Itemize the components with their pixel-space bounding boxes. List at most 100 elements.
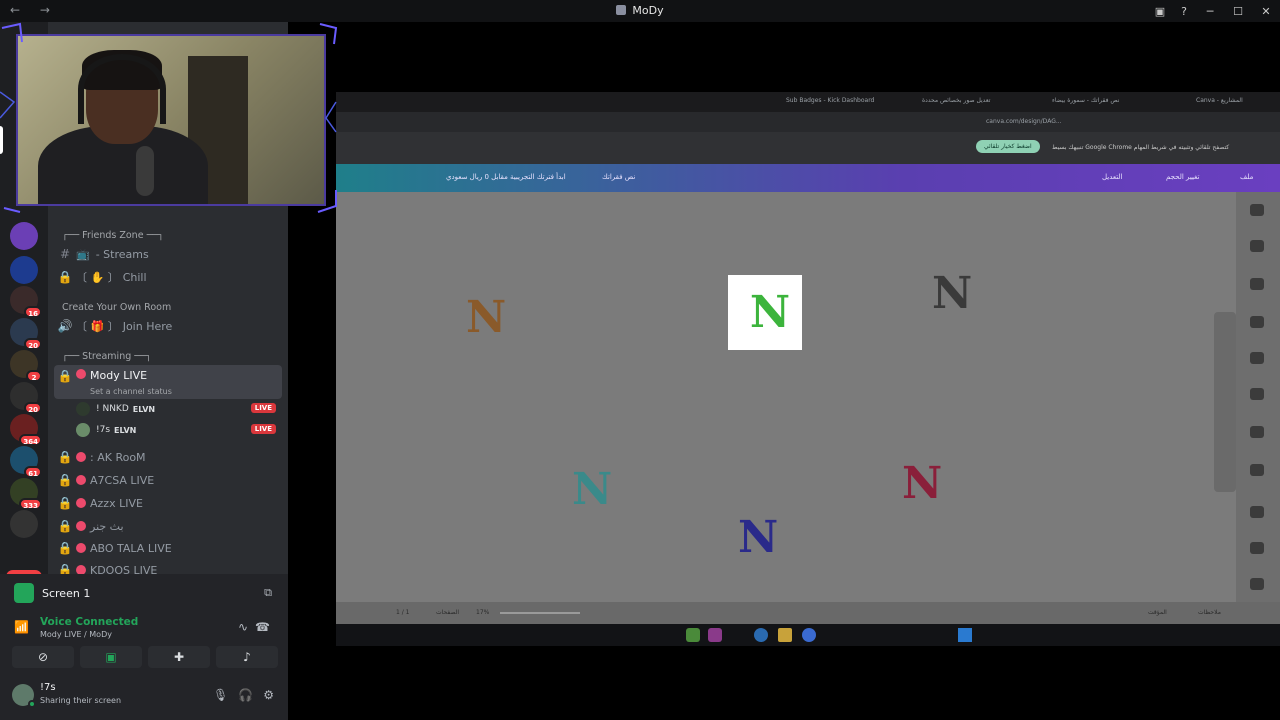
minimize-button[interactable]: ─: [1196, 5, 1224, 18]
canva-side-panel: [1236, 192, 1280, 602]
design-name[interactable]: نص فقراتك: [602, 173, 635, 181]
channel-abo-tala-live[interactable]: 🔒 ABO TALA LIVE: [54, 538, 282, 558]
resize-menu[interactable]: تغيير الحجم: [1166, 173, 1199, 181]
screen-share-card[interactable]: Screen 1 ⧉: [8, 578, 280, 608]
magic-icon[interactable]: [1250, 506, 1264, 518]
server-icon[interactable]: 20: [10, 382, 42, 414]
notes-label[interactable]: ملاحظات: [1198, 609, 1221, 616]
trial-link[interactable]: ابدأ فترتك التجريبية مقابل 0 ريال سعودي: [446, 173, 566, 181]
popout-icon[interactable]: ⧉: [264, 586, 272, 600]
channel-streams[interactable]: # 📺 - Streams: [54, 244, 282, 264]
zoom-slider[interactable]: [500, 612, 580, 614]
selected-logo-box[interactable]: N: [728, 275, 802, 350]
microphone-icon[interactable]: 🎙: [213, 688, 228, 702]
chrome-icon[interactable]: [802, 628, 816, 642]
server-icon[interactable]: 16: [10, 286, 42, 318]
category-create-room[interactable]: Create Your Own Room: [62, 302, 171, 313]
disconnect-icon[interactable]: ☎: [255, 620, 270, 634]
logo-green: N: [749, 287, 790, 338]
taskbar-app-icon[interactable]: [708, 628, 722, 642]
tab-canva-projects[interactable]: Canva - المشاريع: [1196, 97, 1243, 104]
screen-share-button[interactable]: ▣: [80, 646, 142, 668]
headphones-icon[interactable]: 🎧: [238, 688, 253, 702]
channel-join-here[interactable]: 🔊 〔 🎁 〕 Join Here: [54, 316, 282, 336]
category-friends-zone[interactable]: ┌── Friends Zone ──┐: [62, 230, 164, 241]
server-icon[interactable]: 364: [10, 414, 42, 446]
member-name: !7s: [96, 425, 111, 435]
webcam-overlay: [16, 34, 326, 206]
live-badge: LIVE: [250, 403, 276, 413]
logo-dark[interactable]: N: [932, 268, 972, 319]
server-icon[interactable]: [10, 222, 38, 250]
category-streaming[interactable]: ┌── Streaming ──┐: [62, 351, 151, 362]
logo-indigo[interactable]: N: [738, 512, 778, 563]
draw-icon[interactable]: [1250, 388, 1264, 400]
file-menu[interactable]: ملف: [1240, 173, 1253, 181]
taskbar-app-icon[interactable]: [686, 628, 700, 642]
server-icon[interactable]: 61: [10, 446, 42, 478]
text-icon[interactable]: [1250, 278, 1264, 290]
pages-label[interactable]: الصفحات: [436, 609, 459, 616]
user-name: !7s: [40, 682, 56, 693]
channel-kdoos-live[interactable]: 🔒 KDOOS LIVE: [54, 560, 282, 574]
folder-icon[interactable]: [778, 628, 792, 642]
timer-label[interactable]: المؤقت: [1148, 609, 1167, 616]
tab-image-edit[interactable]: تعديل صور بخصائص محددة: [922, 97, 990, 104]
channel-ak-room[interactable]: 🔒: AK RooM: [54, 447, 282, 467]
edge-icon[interactable]: [754, 628, 768, 642]
channel-azzx-live[interactable]: 🔒 Azzx LIVE: [54, 493, 282, 513]
templates-icon[interactable]: [1250, 204, 1264, 216]
camera-off-button[interactable]: ⊘: [12, 646, 74, 668]
channel-chill[interactable]: 🔒 〔 ✋ 〕 Chill: [54, 267, 282, 287]
close-button[interactable]: ✕: [1252, 5, 1280, 18]
stream-viewer[interactable]: Sub Badges - Kick Dashboard تعديل صور بخ…: [288, 22, 1280, 720]
server-icon[interactable]: [10, 256, 38, 284]
title-bar: ← → MoDy ▣ ? ─ ☐ ✕: [0, 0, 1280, 22]
server-icon[interactable]: 20: [10, 318, 42, 350]
windows-start-icon[interactable]: [958, 628, 972, 642]
app-icon: [616, 5, 627, 15]
user-controls: 🎙 🎧 ⚙: [213, 688, 274, 702]
help-icon[interactable]: ?: [1172, 5, 1196, 18]
url-bar[interactable]: canva.com/design/DAG...: [336, 112, 1280, 132]
server-icon[interactable]: 333: [10, 478, 42, 510]
maximize-button[interactable]: ☐: [1224, 5, 1252, 18]
server-icon[interactable]: 2: [10, 350, 42, 382]
inbox-icon[interactable]: ▣: [1148, 5, 1172, 18]
audio-icon[interactable]: [1250, 542, 1264, 554]
photos-icon[interactable]: [1250, 578, 1264, 590]
signal-icon[interactable]: 📶: [14, 620, 29, 634]
speaker-icon: 🔊: [57, 319, 73, 333]
elements-icon[interactable]: [1250, 240, 1264, 252]
channel-mody-live[interactable]: 🔒 Mody LIVE Set a channel status: [54, 365, 282, 399]
gear-icon[interactable]: ⚙: [263, 688, 274, 702]
channel-a7csa-live[interactable]: 🔒 A7CSA LIVE: [54, 470, 282, 490]
server-icon[interactable]: [10, 510, 38, 538]
banner-button[interactable]: اضغط كخيار تلقائي: [976, 140, 1040, 153]
tab-kick-dashboard[interactable]: Sub Badges - Kick Dashboard: [786, 97, 874, 104]
uploads-icon[interactable]: [1250, 352, 1264, 364]
logo-crimson[interactable]: N: [902, 458, 942, 509]
page-count[interactable]: 1 / 1: [396, 609, 409, 616]
activities-button[interactable]: ✚: [148, 646, 210, 668]
logo-teal[interactable]: N: [572, 464, 612, 515]
projects-icon[interactable]: [1250, 426, 1264, 438]
voice-member[interactable]: !7s ELVN LIVE: [76, 421, 276, 439]
voice-status: Voice Connected: [40, 616, 139, 628]
brand-icon[interactable]: [1250, 316, 1264, 328]
voice-channel[interactable]: Mody LIVE / MoDy: [40, 630, 112, 639]
edit-menu[interactable]: التعديل: [1102, 173, 1123, 181]
channel-arabic-live[interactable]: 🔒 بث جنر: [54, 516, 282, 536]
channel-status[interactable]: Set a channel status: [90, 387, 172, 396]
design-canvas[interactable]: N N N N N N: [336, 192, 1236, 602]
voice-member[interactable]: ! NNKD ELVN LIVE: [76, 400, 276, 418]
tab-canva-design[interactable]: نص فقراتك - سمورة بيضاء: [1052, 97, 1119, 104]
shared-browser-window: Sub Badges - Kick Dashboard تعديل صور بخ…: [336, 92, 1280, 646]
noise-suppression-icon[interactable]: ∿: [238, 620, 248, 634]
online-status-icon: [28, 700, 36, 708]
zoom-level[interactable]: 17%: [476, 609, 489, 616]
logo-bronze[interactable]: N: [466, 292, 506, 343]
channel-label: - Streams: [95, 247, 149, 261]
soundboard-button[interactable]: ♪: [216, 646, 278, 668]
apps-icon[interactable]: [1250, 464, 1264, 476]
